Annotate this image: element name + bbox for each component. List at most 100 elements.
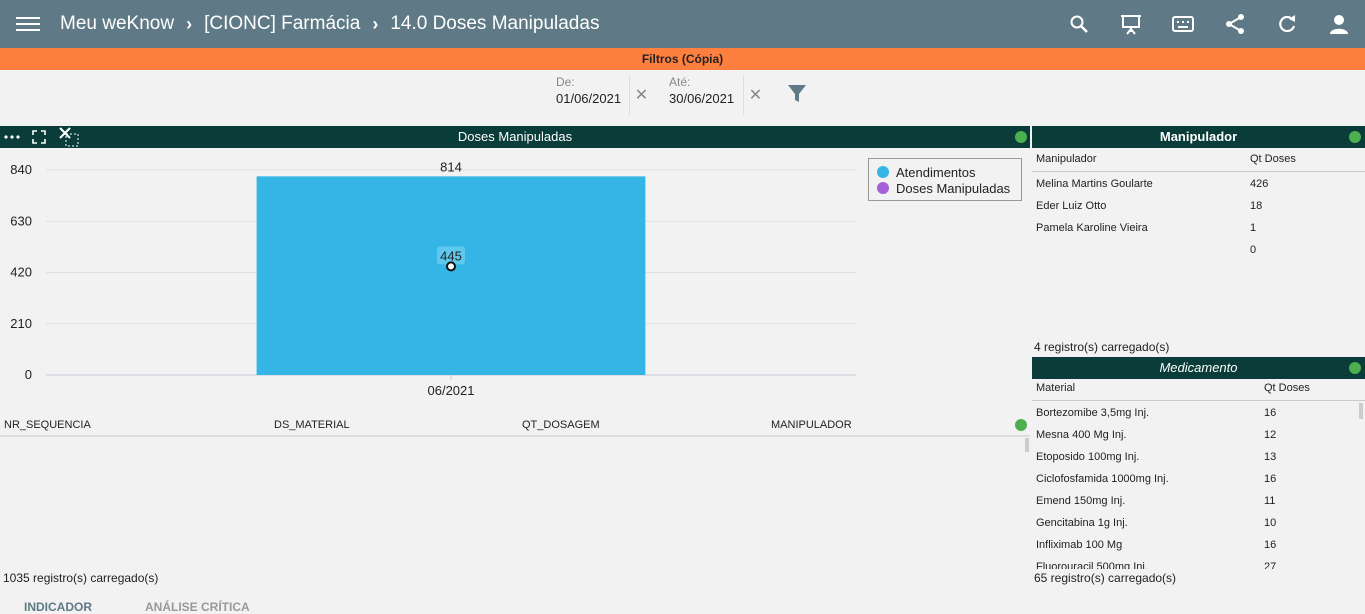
clear-date-from-icon[interactable]: ✕: [629, 75, 653, 115]
cell-qt-doses: 16: [1264, 407, 1277, 419]
clear-date-to-icon[interactable]: ✕: [743, 75, 767, 115]
cell-qt-doses: 13: [1264, 451, 1277, 463]
cell-qt-doses: 16: [1264, 473, 1277, 485]
chart-status-indicator: [1015, 131, 1027, 143]
cell-qt-doses: 0: [1250, 244, 1257, 256]
manipulador-count: 4 registro(s) carregado(s): [1034, 340, 1170, 354]
bar-value-label: 814: [440, 159, 462, 174]
point-atendimentos: [446, 261, 456, 272]
filters-header: Filtros (Cópia): [0, 48, 1365, 70]
user-icon[interactable]: [1313, 0, 1365, 48]
table-row[interactable]: Etoposido 100mg Inj. 13: [1032, 445, 1365, 467]
scrollbar[interactable]: [1359, 403, 1363, 419]
cell-name: Ciclofosfamida 1000mg Inj.: [1036, 473, 1169, 485]
table-row[interactable]: Melina Martins Goularte 426: [1032, 172, 1365, 194]
medicamento-table: Material Qt Doses Bortezomibe 3,5mg Inj.…: [1032, 377, 1365, 569]
column-header[interactable]: Qt Doses: [1264, 382, 1310, 394]
share-icon[interactable]: [1209, 0, 1261, 48]
manipulador-title: Manipulador: [1159, 129, 1238, 144]
bar-doses-manipuladas: [256, 176, 646, 375]
manipulador-status-indicator: [1349, 131, 1361, 143]
cell-name: Fluorouracil 500mg Inj.: [1036, 561, 1148, 569]
filter-icon[interactable]: [787, 84, 807, 109]
legend-label: Atendimentos: [896, 164, 976, 180]
tab-indicador[interactable]: INDICADOR: [24, 600, 92, 614]
table-row[interactable]: Mesna 400 Mg Inj. 12: [1032, 423, 1365, 445]
cell-name: Pamela Karoline Vieira: [1036, 222, 1148, 234]
menu-icon[interactable]: [16, 13, 40, 35]
breadcrumb-item-current: 14.0 Doses Manipuladas: [390, 13, 600, 34]
chevron-right-icon: ›: [186, 13, 193, 34]
column-header[interactable]: QT_DOSAGEM: [522, 419, 600, 431]
date-from-field[interactable]: De: 01/06/2021 ✕: [556, 75, 652, 115]
table-row[interactable]: Pamela Karoline Vieira 1: [1032, 216, 1365, 238]
column-header[interactable]: NR_SEQUENCIA: [4, 419, 91, 431]
legend-label: Doses Manipuladas: [896, 180, 1011, 196]
y-tick-label: 630: [10, 213, 32, 228]
y-tick-label: 210: [10, 316, 32, 331]
table-row[interactable]: Emend 150mg Inj. 11: [1032, 489, 1365, 511]
cell-qt-doses: 16: [1264, 539, 1277, 551]
cell-name: Melina Martins Goularte: [1036, 178, 1153, 190]
data-table-header: NR_SEQUENCIA DS_MATERIAL QT_DOSAGEM MANI…: [0, 415, 1030, 437]
column-header[interactable]: Manipulador: [1036, 153, 1097, 165]
fullscreen-icon[interactable]: [32, 130, 46, 144]
table-row[interactable]: Gencitabina 1g Inj. 10: [1032, 511, 1365, 533]
legend-swatch: [877, 182, 889, 194]
cell-qt-doses: 10: [1264, 517, 1277, 529]
date-to-field[interactable]: Até: 30/06/2021 ✕: [669, 75, 769, 115]
keyboard-icon[interactable]: [1157, 0, 1209, 48]
presentation-icon[interactable]: [1105, 0, 1157, 48]
cell-qt-doses: 27: [1264, 561, 1277, 569]
table-header-row: Material Qt Doses: [1032, 377, 1365, 401]
column-header[interactable]: Material: [1036, 382, 1075, 394]
cell-qt-doses: 12: [1264, 429, 1277, 441]
y-tick-label: 0: [25, 367, 32, 382]
legend-item-atendimentos[interactable]: Atendimentos: [877, 164, 1013, 180]
cell-qt-doses: 11: [1264, 495, 1276, 507]
legend-swatch: [877, 166, 889, 178]
cell-name: Bortezomibe 3,5mg Inj.: [1036, 407, 1150, 419]
table-header-row: Manipulador Qt Doses: [1032, 148, 1365, 172]
top-bar: Meu weKnow › [CIONC] Farmácia › 14.0 Dos…: [0, 0, 1365, 48]
manipulador-table: Manipulador Qt Doses Melina Martins Goul…: [1032, 148, 1365, 260]
medicamento-count: 65 registro(s) carregado(s): [1034, 571, 1177, 585]
breadcrumb-item-home[interactable]: Meu weKnow: [60, 13, 174, 35]
data-table-count: 1035 registro(s) carregado(s): [3, 571, 159, 585]
tab-analise-critica[interactable]: ANÁLISE CRÍTICA: [145, 600, 250, 614]
cell-name: Infliximab 100 Mg: [1036, 539, 1123, 551]
table-row[interactable]: Ciclofosfamida 1000mg Inj. 16: [1032, 467, 1365, 489]
cell-name: Mesna 400 Mg Inj.: [1036, 429, 1127, 441]
cell-qt-doses: 18: [1250, 200, 1263, 212]
chart-panel-title: Doses Manipuladas: [457, 129, 573, 144]
refresh-icon[interactable]: [1261, 0, 1313, 48]
table-row[interactable]: Fluorouracil 500mg Inj. 27: [1032, 555, 1365, 569]
column-header[interactable]: DS_MATERIAL: [274, 419, 350, 431]
table-row[interactable]: Infliximab 100 Mg 16: [1032, 533, 1365, 555]
scrollbar[interactable]: [1025, 438, 1029, 452]
medicamento-status-indicator: [1349, 362, 1361, 374]
chart-panel-header: Doses Manipuladas: [0, 126, 1030, 148]
breadcrumb-item-folder[interactable]: [CIONC] Farmácia: [204, 13, 360, 35]
search-icon[interactable]: [1053, 0, 1105, 48]
chevron-right-icon: ›: [372, 13, 379, 34]
chart-legend: Atendimentos Doses Manipuladas: [868, 158, 1022, 201]
point-value-label: 445: [440, 248, 462, 263]
cell-qt-doses: 1: [1250, 222, 1257, 234]
cell-qt-doses: 426: [1250, 178, 1269, 190]
medicamento-title: Medicamento: [1159, 360, 1238, 375]
column-header[interactable]: MANIPULADOR: [771, 419, 852, 431]
x-tick-label: 06/2021: [428, 383, 475, 398]
cell-name: Emend 150mg Inj.: [1036, 495, 1126, 507]
cell-name: Gencitabina 1g Inj.: [1036, 517, 1128, 529]
table-row[interactable]: Bortezomibe 3,5mg Inj. 16: [1032, 401, 1365, 423]
y-tick-label: 840: [10, 162, 32, 177]
breadcrumb: Meu weKnow › [CIONC] Farmácia › 14.0 Dos…: [60, 13, 599, 35]
clear-selection-icon[interactable]: [58, 126, 80, 148]
table-row[interactable]: 0: [1032, 238, 1365, 260]
y-tick-label: 420: [10, 265, 32, 280]
column-header[interactable]: Qt Doses: [1250, 153, 1296, 165]
more-options-icon[interactable]: [4, 135, 20, 139]
legend-item-doses-manipuladas[interactable]: Doses Manipuladas: [877, 180, 1013, 196]
table-row[interactable]: Eder Luiz Otto 18: [1032, 194, 1365, 216]
